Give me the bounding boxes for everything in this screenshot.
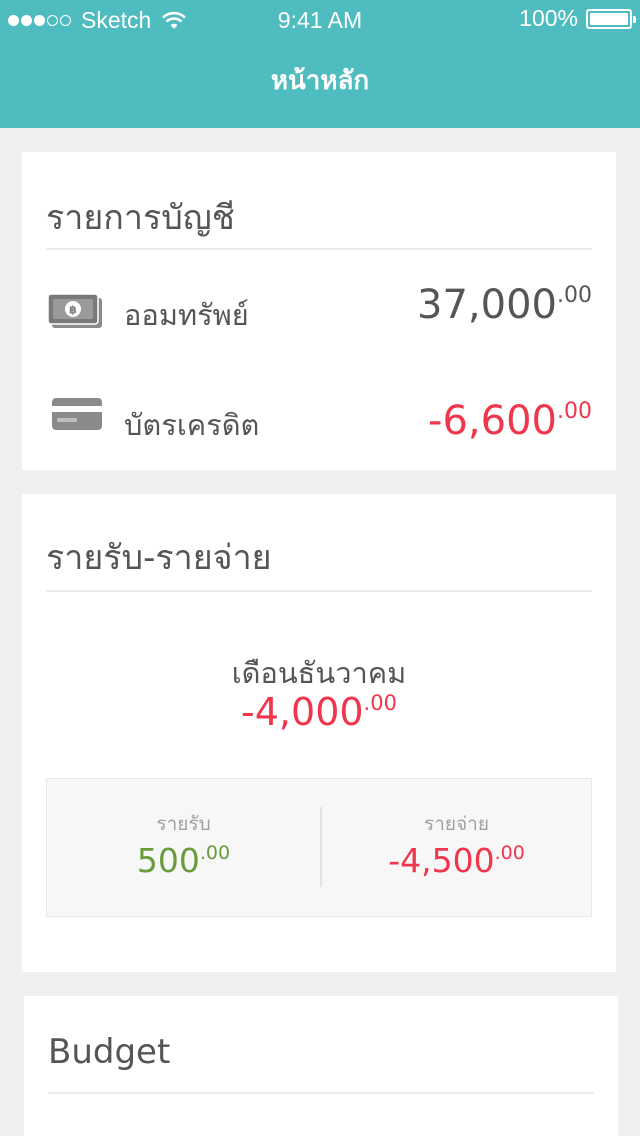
accounts-title: รายการบัญชี (46, 198, 235, 238)
account-row-credit-card[interactable]: บัตรเครดิต -6,600.00 (46, 392, 592, 452)
expense-label: รายจ่าย (424, 813, 489, 835)
expense-amount: -4,500.00 (388, 841, 525, 880)
budget-card: Budget (24, 996, 618, 1136)
top-bar: Sketch 9:41 AM 100% หน้าหลัก (0, 0, 640, 128)
income-amount: 500.00 (136, 841, 231, 880)
budget-title: Budget (48, 1032, 171, 1072)
income-label: รายรับ (156, 813, 211, 835)
battery-icon (586, 8, 636, 29)
battery-percent: 100% (519, 5, 578, 31)
net-amount: -4,000.00 (241, 690, 397, 734)
divider (46, 590, 592, 592)
account-label: บัตรเครดิต (124, 408, 260, 442)
expense-column[interactable]: รายจ่าย -4,500.00 (320, 779, 593, 918)
svg-text:฿: ฿ (69, 304, 77, 317)
income-expense-summary: รายรับ 500.00 รายจ่าย -4,500.00 (46, 778, 592, 917)
divider (48, 1092, 594, 1094)
income-expense-title: รายรับ-รายจ่าย (46, 538, 272, 578)
cash-icon: ฿ (48, 294, 102, 328)
divider (46, 248, 592, 250)
account-row-savings[interactable]: ฿ ออมทรัพย์ 37,000.00 (46, 282, 592, 342)
account-balance: 37,000.00 (417, 282, 592, 328)
credit-card-icon (52, 398, 102, 430)
account-label: ออมทรัพย์ (124, 298, 249, 332)
account-balance: -6,600.00 (428, 398, 592, 444)
status-bar: Sketch 9:41 AM 100% (0, 0, 640, 40)
income-column[interactable]: รายรับ 500.00 (47, 779, 320, 918)
page-title: หน้าหลัก (270, 66, 370, 96)
accounts-card: รายการบัญชี ฿ ออมทรัพย์ 37,000.00 บัตรเค… (22, 152, 616, 470)
income-expense-card: รายรับ-รายจ่าย เดือนธันวาคม -4,000.00 รา… (22, 494, 616, 972)
